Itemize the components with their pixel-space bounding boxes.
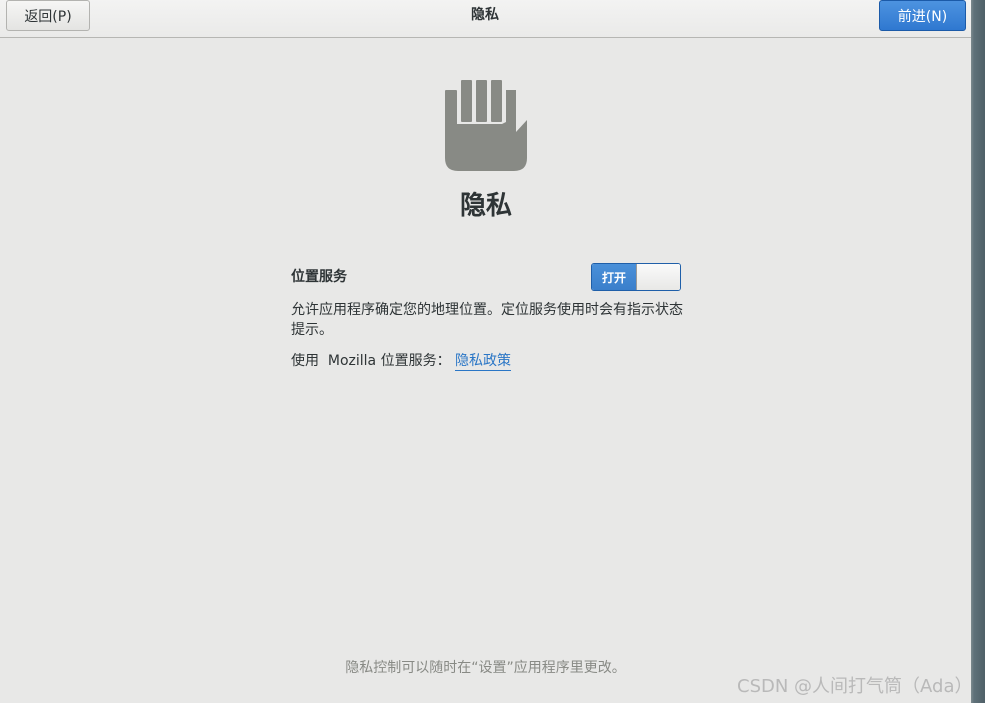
back-button[interactable]: 返回(P) [6, 0, 90, 31]
next-button[interactable]: 前进(N) [879, 0, 966, 31]
location-services-label: 位置服务 [291, 269, 347, 285]
mozilla-location-line: 使用 Mozilla 位置服务： 隐私政策 [291, 350, 512, 371]
privacy-policy-link[interactable]: 隐私政策 [455, 353, 512, 371]
mozilla-text: 使用 Mozilla 位置服务： [291, 353, 456, 369]
toggle-on-label: 打开 [592, 264, 636, 290]
location-description: 允许应用程序确定您的地理位置。定位服务使用时会有指示状态提示。 [291, 302, 683, 338]
header-title: 隐私 [471, 7, 499, 23]
watermark: CSDN @人间打气筒（Ada） [737, 676, 973, 697]
header-bar: 返回(P) 隐私 前进(N) [0, 0, 971, 38]
page-title: 隐私 [459, 191, 512, 221]
toggle-knob[interactable] [636, 264, 680, 290]
desktop-edge [971, 0, 985, 703]
location-services-toggle[interactable]: 打开 [591, 263, 681, 291]
privacy-hand-icon [443, 80, 529, 172]
setup-window: 返回(P) 隐私 前进(N) 隐私 位置服务 打开 允许应用程序确定您的地理位置… [0, 0, 971, 703]
